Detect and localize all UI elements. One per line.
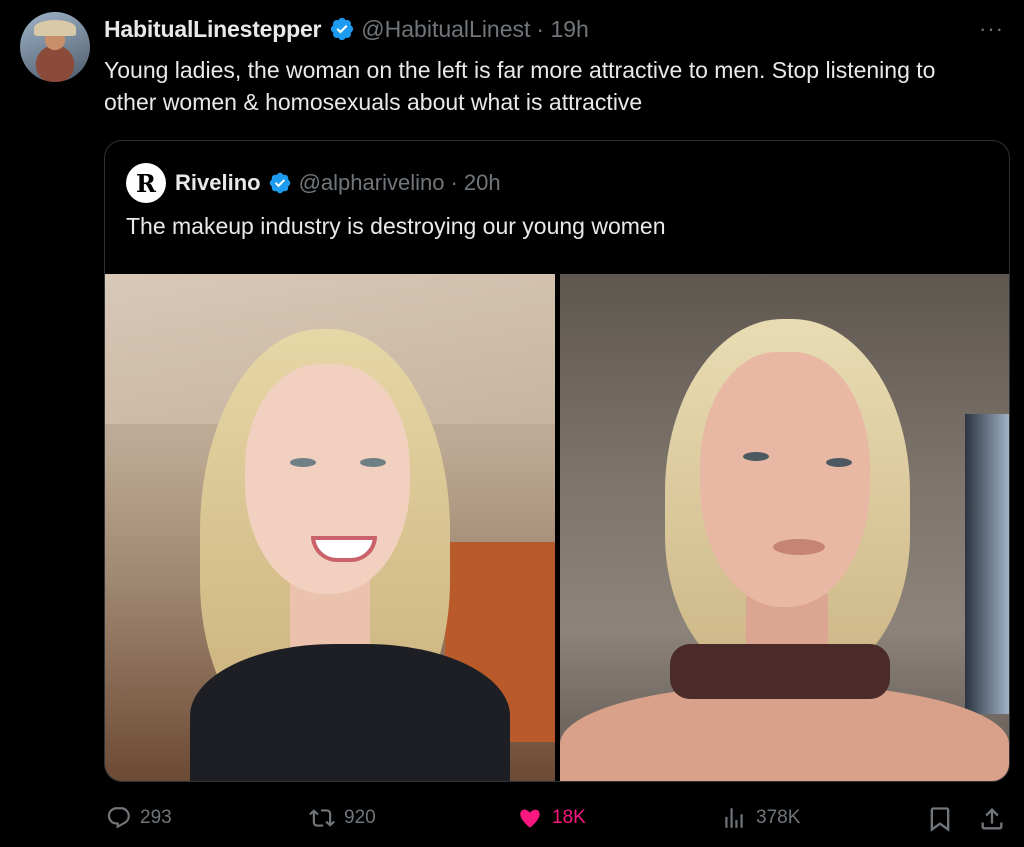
eye bbox=[360, 458, 386, 467]
eye bbox=[825, 458, 852, 467]
views-icon bbox=[725, 808, 743, 828]
tweet-actions: 293 920 18K 378K bbox=[106, 805, 1010, 841]
quote-header: R Rivelino @alpharivelino · 20h bbox=[126, 163, 501, 203]
bookmark-button[interactable] bbox=[926, 805, 954, 833]
eye bbox=[290, 458, 316, 467]
quoted-tweet[interactable]: R Rivelino @alpharivelino · 20h The make… bbox=[104, 140, 1010, 782]
media-grid bbox=[105, 274, 1009, 781]
quote-time[interactable]: · 20h bbox=[450, 170, 500, 196]
author-name[interactable]: HabitualLinestepper bbox=[104, 16, 321, 43]
collar bbox=[669, 644, 890, 699]
like-count: 18K bbox=[552, 807, 586, 828]
views-button[interactable]: 378K bbox=[720, 805, 800, 831]
reply-icon bbox=[107, 807, 130, 829]
repost-button[interactable]: 920 bbox=[308, 805, 376, 831]
repost-icon bbox=[309, 809, 335, 827]
lips bbox=[772, 539, 825, 555]
reply-button[interactable]: 293 bbox=[106, 805, 172, 831]
like-button[interactable]: 18K bbox=[516, 805, 586, 831]
photo-right[interactable] bbox=[559, 274, 1009, 781]
verified-badge-icon bbox=[269, 172, 290, 194]
heart-icon bbox=[520, 809, 540, 828]
share-icon bbox=[981, 808, 1003, 830]
eye bbox=[742, 452, 769, 461]
more-options-icon[interactable]: ··· bbox=[979, 16, 1004, 42]
window bbox=[965, 414, 1009, 714]
tweet-text: Young ladies, the woman on the left is f… bbox=[104, 57, 936, 115]
face bbox=[699, 352, 870, 607]
share-button[interactable] bbox=[978, 805, 1006, 833]
reply-count: 293 bbox=[140, 807, 172, 828]
bookmark-icon bbox=[930, 807, 950, 832]
avatar[interactable] bbox=[20, 12, 90, 82]
view-count: 378K bbox=[756, 807, 801, 828]
quote-author-name[interactable]: Rivelino bbox=[175, 170, 261, 196]
author-handle[interactable]: @HabitualLinest bbox=[361, 16, 530, 43]
tweet-time[interactable]: · 19h bbox=[536, 16, 588, 43]
shirt bbox=[190, 644, 510, 781]
quote-author-handle[interactable]: @alpharivelino bbox=[299, 170, 445, 196]
tweet-header: HabitualLinestepper @HabitualLinest · 19… bbox=[104, 14, 1004, 44]
quote-text: The makeup industry is destroying our yo… bbox=[126, 213, 666, 239]
photo-left[interactable] bbox=[105, 274, 555, 781]
verified-badge-icon bbox=[331, 17, 354, 41]
quote-avatar[interactable]: R bbox=[126, 163, 166, 203]
repost-count: 920 bbox=[344, 807, 376, 828]
